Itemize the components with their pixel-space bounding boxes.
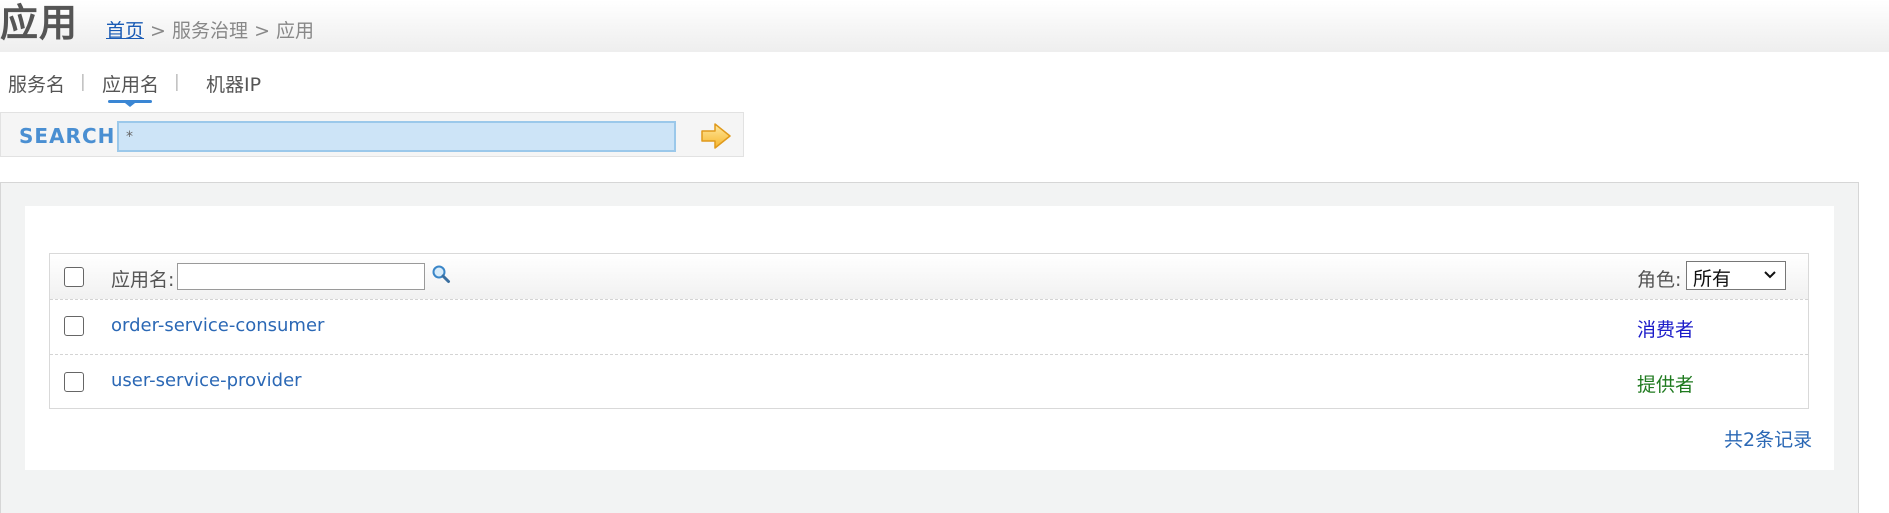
app-name-filter-input[interactable] [177,263,425,290]
role-select[interactable]: 所有 [1686,261,1786,290]
role-provider-text: 提供者 [1637,374,1695,396]
total-records-text: 共2条记录 [1724,429,1813,451]
table-header-row: 应用名: 角色: 所有 [50,254,1808,300]
app-name-label: 应用名: [111,269,175,291]
tab-separator: | [80,72,86,92]
row-checkbox[interactable] [64,316,84,336]
breadcrumb-separator: > [144,20,173,42]
table-row: order-service-consumer 消费者 [50,300,1808,355]
tab-app-name[interactable]: 应用名 [102,70,159,97]
page-title: 应用 [0,1,79,45]
search-bar: SEARCH [0,112,744,157]
breadcrumb-section: 服务治理 [172,20,249,42]
breadcrumb-separator: > [248,20,277,42]
applications-table: 应用名: 角色: 所有 order-service-consumer 消费者 u… [49,253,1809,409]
breadcrumb-current: 应用 [276,20,315,42]
active-tab-indicator [108,100,152,107]
tab-separator: | [174,72,180,92]
search-input[interactable] [117,121,676,152]
role-consumer-text: 消费者 [1637,319,1695,341]
search-label: SEARCH [19,124,116,148]
row-checkbox[interactable] [64,372,84,392]
role-label: 角色: [1637,269,1682,291]
app-name-link[interactable]: user-service-provider [111,370,302,391]
table-row: user-service-provider 提供者 [50,355,1808,408]
magnifier-icon[interactable] [431,264,451,284]
breadcrumb: 首页 > 服务治理 > 应用 [106,18,314,44]
chevron-down-icon [1764,271,1776,279]
role-select-value: 所有 [1693,268,1732,290]
breadcrumb-home-link[interactable]: 首页 [106,20,144,42]
select-all-checkbox[interactable] [64,267,84,287]
app-name-link[interactable]: order-service-consumer [111,315,324,336]
arrow-right-icon[interactable] [699,121,733,151]
tab-machine-ip[interactable]: 机器IP [206,70,261,97]
tab-service-name[interactable]: 服务名 [8,70,65,97]
